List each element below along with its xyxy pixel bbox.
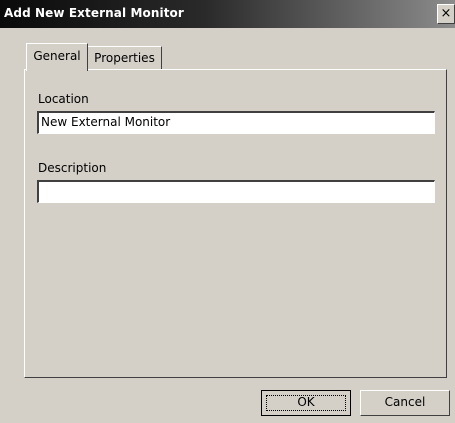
location-input[interactable]: New External Monitor	[37, 111, 435, 134]
tab-general[interactable]: General	[26, 43, 88, 71]
close-icon: ×	[440, 6, 452, 21]
description-input[interactable]	[37, 180, 435, 203]
description-label: Description	[38, 161, 107, 175]
ok-button-label: OK	[297, 395, 315, 409]
tab-properties[interactable]: Properties	[88, 46, 162, 70]
ok-button[interactable]: OK	[261, 390, 351, 416]
window-title: Add New External Monitor	[4, 6, 184, 20]
location-label: Location	[38, 92, 89, 106]
add-external-monitor-dialog: Add New External Monitor × General Prope…	[0, 0, 455, 423]
title-bar[interactable]: Add New External Monitor ×	[0, 0, 455, 28]
close-button[interactable]: ×	[437, 4, 455, 24]
cancel-button[interactable]: Cancel	[360, 390, 450, 416]
